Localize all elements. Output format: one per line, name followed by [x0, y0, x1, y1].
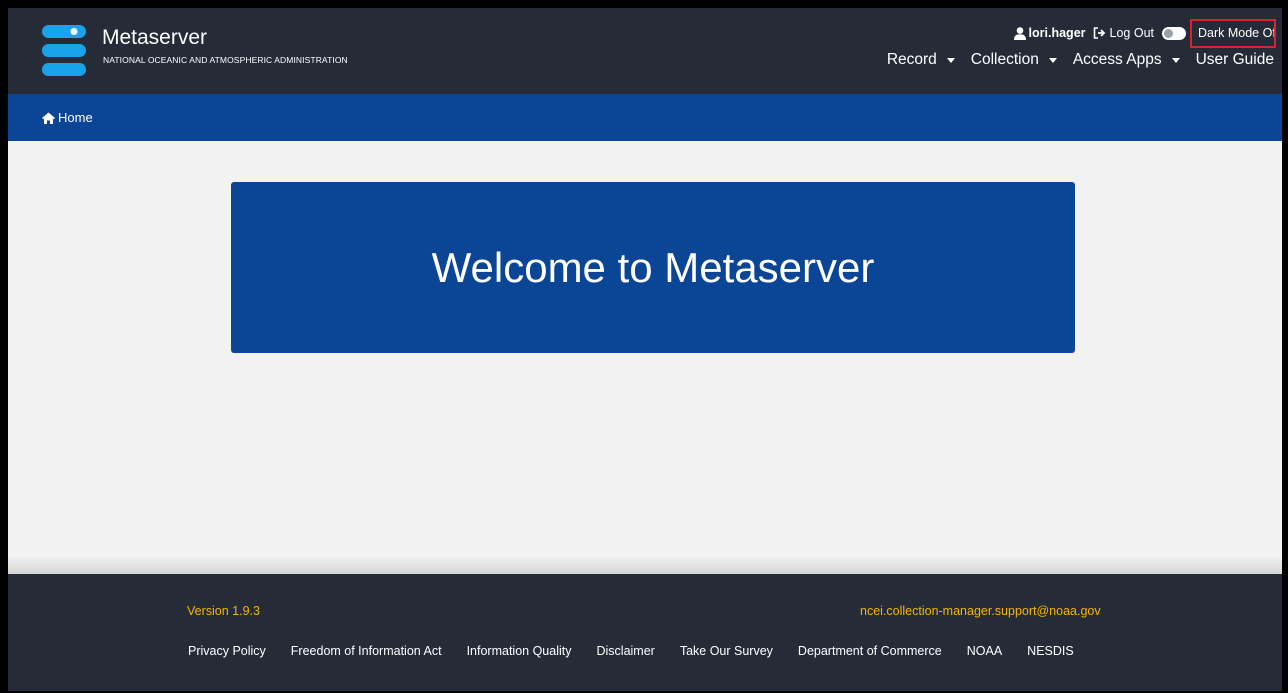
footer-link-foia[interactable]: Freedom of Information Act [291, 644, 442, 658]
footer-link-noaa[interactable]: NOAA [967, 644, 1002, 658]
caret-down-icon [1048, 57, 1057, 63]
breadcrumb-home[interactable]: Home [42, 110, 93, 125]
footer-link-survey[interactable]: Take Our Survey [680, 644, 773, 658]
caret-down-icon [946, 57, 955, 63]
breadcrumb-home-label: Home [58, 110, 93, 125]
brand-title[interactable]: Metaserver [102, 26, 207, 50]
welcome-banner: Welcome to Metaserver [231, 182, 1075, 353]
logout-link[interactable]: Log Out [1110, 26, 1154, 40]
brand-subtitle: NATIONAL OCEANIC AND ATMOSPHERIC ADMINIS… [103, 55, 348, 65]
footer-link-disclaimer[interactable]: Disclaimer [596, 644, 654, 658]
version-label: Version 1.9.3 [187, 604, 260, 618]
footer-link-privacy-policy[interactable]: Privacy Policy [188, 644, 266, 658]
user-bar: lori.hager Log Out Dark Mode Off [1013, 18, 1276, 48]
footer-links: Privacy Policy Freedom of Information Ac… [188, 644, 1074, 658]
nav-collection[interactable]: Collection [971, 51, 1057, 69]
site-footer: Version 1.9.3 ncei.collection-manager.su… [8, 574, 1282, 691]
support-email-link[interactable]: ncei.collection-manager.support@noaa.gov [860, 604, 1101, 618]
home-icon [42, 112, 55, 124]
nav-access-apps-label: Access Apps [1072, 51, 1162, 68]
nav-collection-label: Collection [970, 51, 1039, 68]
dark-mode-label[interactable]: Dark Mode Off [1190, 18, 1276, 48]
nav-record-label: Record [886, 51, 937, 68]
user-icon [1013, 26, 1026, 40]
footer-link-commerce[interactable]: Department of Commerce [798, 644, 942, 658]
footer-link-information-quality[interactable]: Information Quality [467, 644, 572, 658]
breadcrumb-bar: Home [8, 94, 1282, 141]
site-header: Metaserver NATIONAL OCEANIC AND ATMOSPHE… [8, 8, 1282, 94]
main-nav: Record Collection Access Apps User Guide [887, 51, 1274, 69]
welcome-title: Welcome to Metaserver [431, 243, 875, 291]
footer-shadow [8, 556, 1282, 574]
app-frame: Metaserver NATIONAL OCEANIC AND ATMOSPHE… [8, 8, 1282, 691]
nav-user-guide-label: User Guide [1195, 51, 1274, 68]
caret-down-icon [1171, 57, 1180, 63]
logout-icon[interactable] [1093, 27, 1107, 39]
nav-record[interactable]: Record [887, 51, 955, 69]
nav-access-apps[interactable]: Access Apps [1073, 51, 1180, 69]
footer-link-nesdis[interactable]: NESDIS [1027, 644, 1074, 658]
metaserver-logo-icon[interactable] [42, 25, 86, 77]
dark-mode-toggle[interactable] [1162, 26, 1186, 40]
username[interactable]: lori.hager [1029, 26, 1086, 40]
nav-user-guide[interactable]: User Guide [1196, 51, 1274, 69]
